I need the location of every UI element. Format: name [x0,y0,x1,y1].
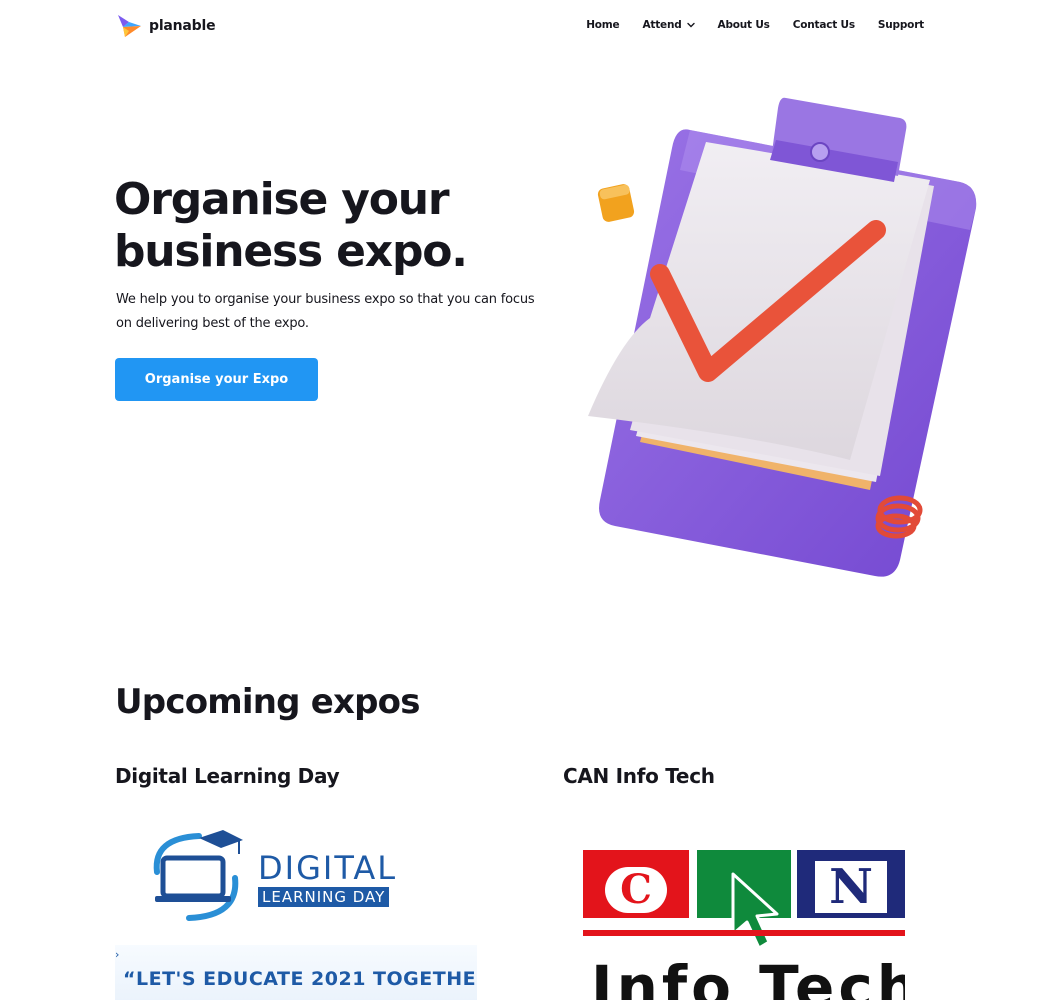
nav-attend-label: Attend [642,19,682,31]
logo-word: DIGITAL [258,849,398,887]
hero-title: Organise your business expo. [114,174,468,278]
can-letter-n: N [815,861,887,913]
nav-contact-us[interactable]: Contact Us [793,19,855,31]
nav-home[interactable]: Home [586,19,619,31]
chevron-down-icon [686,22,695,28]
slogan-text: “LET'S EDUCATE 2021 TOGETHER” [123,968,477,990]
can-letter-n-tile: N [797,850,905,918]
digital-learning-day-image[interactable]: DIGITAL LEARNING DAY › “LET'S EDUCATE 20… [115,825,477,1000]
planable-logo-icon [118,15,141,37]
cursor-arrow-icon [731,872,779,950]
can-red-bar [583,930,905,936]
slogan-caret: › [115,948,120,961]
hero-title-line-1: Organise your [114,174,450,225]
nav-support[interactable]: Support [878,19,924,31]
hero-description: We help you to organise your business ex… [116,292,535,331]
hero-title-line-2: business expo. [114,226,468,277]
can-info-tech-subtitle: Info Tech [591,953,905,1000]
main-nav: Home Attend About Us Contact Us Support [563,19,924,31]
logo-subword: LEARNING DAY [258,887,390,907]
nav-about-us[interactable]: About Us [718,19,770,31]
can-letter-c-tile: C [583,850,689,918]
expo-title-can-info-tech[interactable]: CAN Info Tech [563,764,715,788]
brand-logo[interactable]: planable [116,12,216,40]
laptop-graduation-icon [153,830,243,921]
expo-title-digital-learning-day[interactable]: Digital Learning Day [115,764,340,788]
can-letter-c: C [605,867,667,913]
brand-name: planable [149,18,216,34]
upcoming-expos-heading: Upcoming expos [115,682,420,722]
can-info-tech-image[interactable]: C N Info Tech [583,850,905,1000]
nav-attend[interactable]: Attend [642,19,695,31]
clipboard-checkmark-illustration [588,97,977,577]
digital-learning-logo-text: DIGITAL LEARNING DAY [258,852,397,907]
organise-expo-button[interactable]: Organise your Expo [115,358,318,401]
